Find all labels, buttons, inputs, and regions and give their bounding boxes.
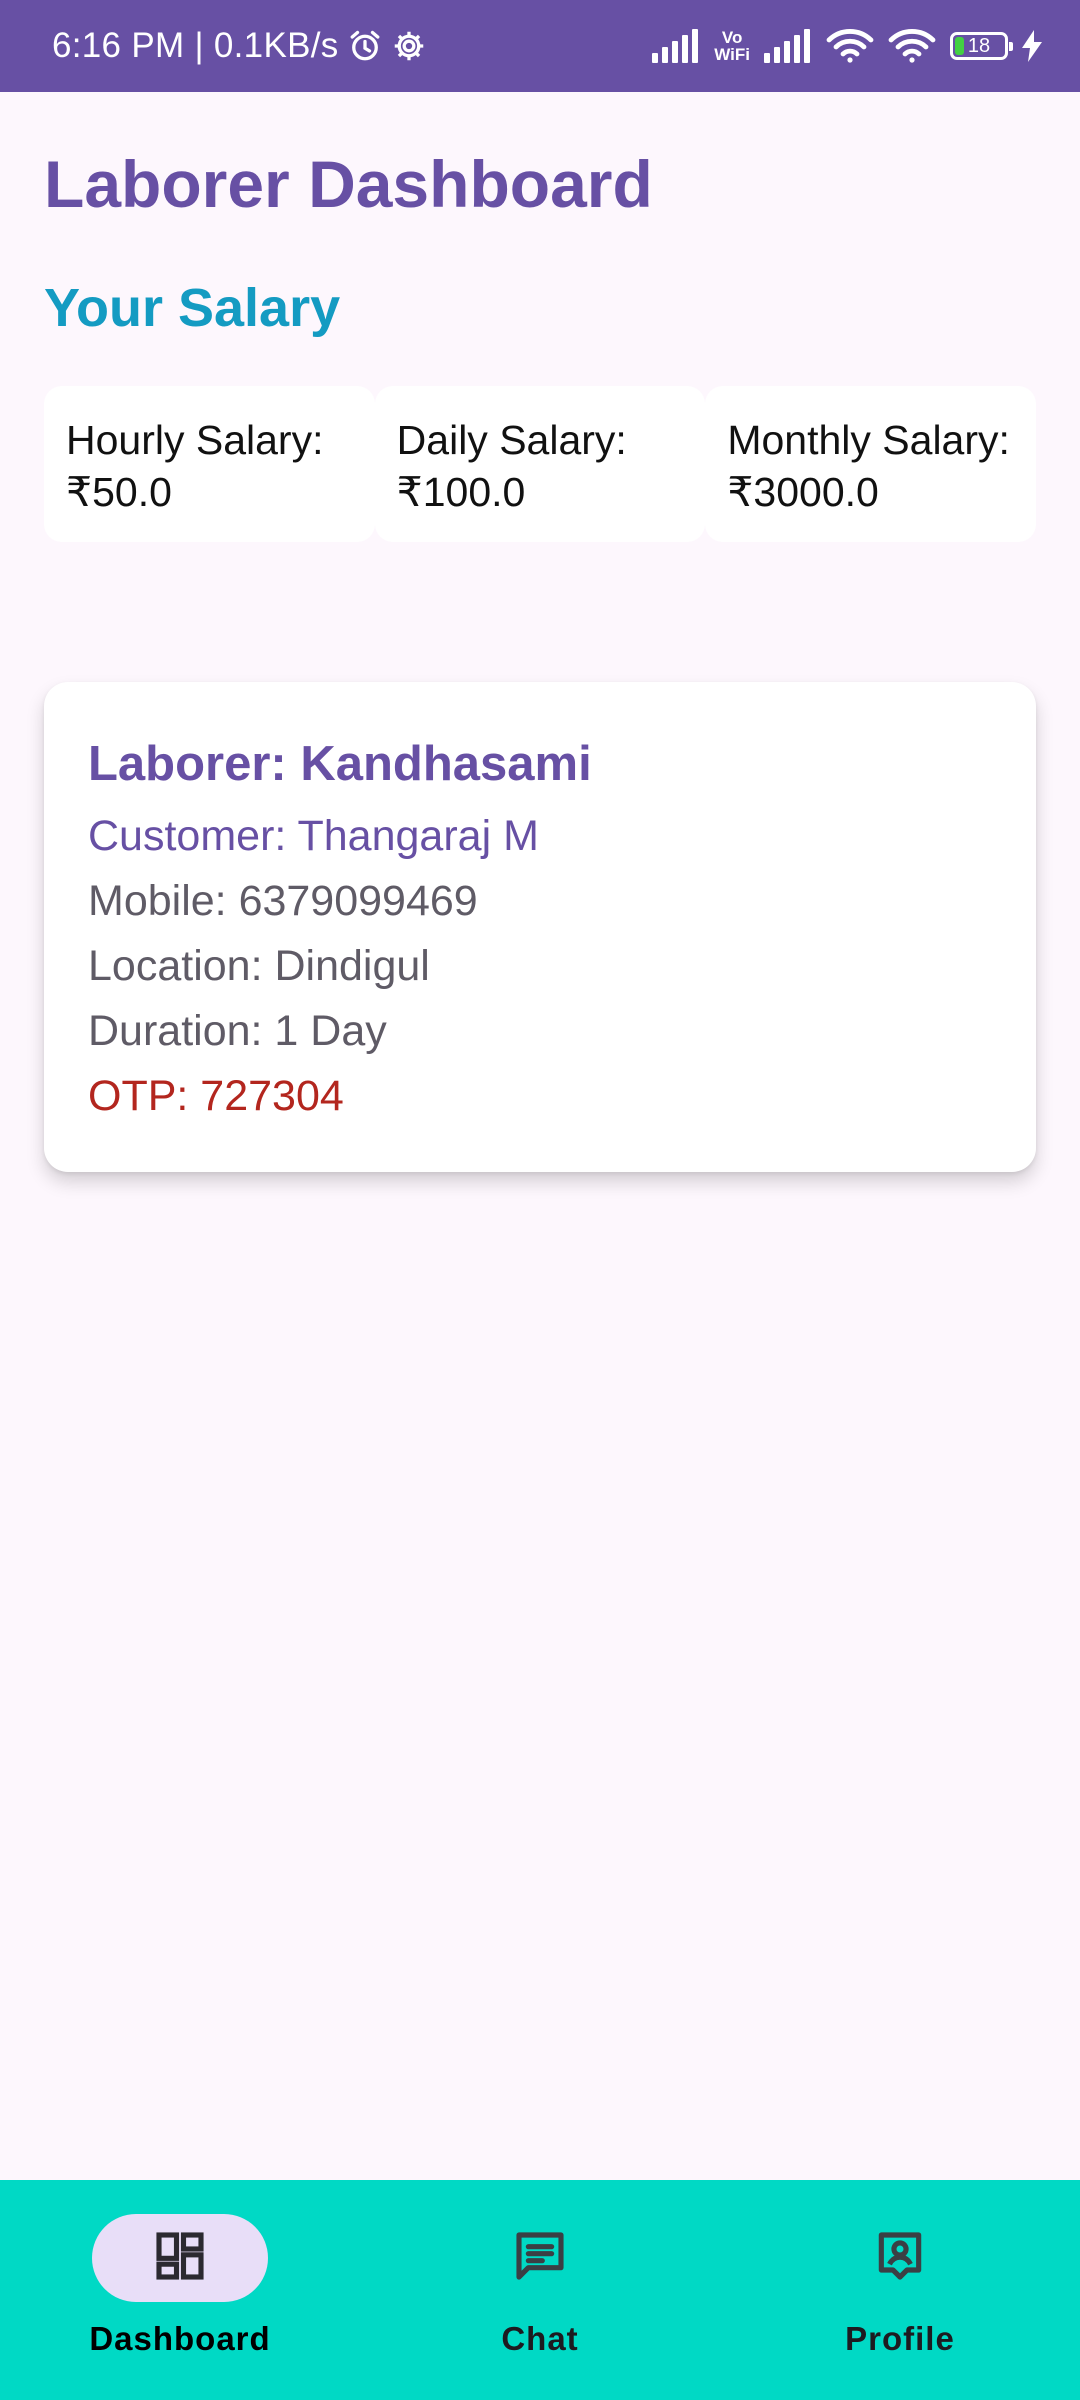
- settings-icon: [391, 28, 427, 64]
- battery-icon: 18: [950, 32, 1013, 60]
- wifi-icon: [888, 28, 936, 64]
- monthly-salary-card: Monthly Salary: ₹3000.0: [705, 386, 1037, 542]
- battery-level: 18: [967, 35, 991, 57]
- signal-icon: [652, 29, 700, 63]
- hourly-salary-card: Hourly Salary: ₹50.0: [44, 386, 375, 542]
- chat-icon: [512, 2228, 568, 2289]
- wifi-icon: [826, 28, 874, 64]
- otp: OTP: 727304: [88, 1072, 344, 1120]
- status-right: Vo WiFi 18: [652, 28, 1042, 64]
- salary-row: Hourly Salary: ₹50.0 Daily Salary: ₹100.…: [44, 386, 1037, 542]
- customer-name: Customer: Thangaraj M: [88, 812, 539, 860]
- nav-pill-profile: [812, 2214, 988, 2302]
- duration: Duration: 1 Day: [88, 1007, 387, 1055]
- mobile-number: Mobile: 6379099469: [88, 877, 478, 925]
- nav-label-chat: Chat: [501, 2320, 579, 2357]
- nav-item-dashboard[interactable]: Dashboard: [0, 2180, 360, 2400]
- bottom-nav: Dashboard Chat Profile: [0, 2180, 1080, 2400]
- status-bar: 6:16 PM | 0.1KB/s Vo WiFi 18: [0, 0, 1080, 92]
- profile-icon: [872, 2228, 928, 2289]
- vowifi-bottom: WiFi: [714, 45, 750, 64]
- page-title: Laborer Dashboard: [44, 147, 653, 221]
- booking-card[interactable]: Laborer: Kandhasami Customer: Thangaraj …: [44, 682, 1036, 1172]
- laborer-name: Laborer: Kandhasami: [88, 737, 592, 791]
- vowifi-icon: Vo WiFi: [714, 29, 750, 63]
- daily-salary-card: Daily Salary: ₹100.0: [374, 386, 706, 542]
- salary-section-title: Your Salary: [44, 278, 341, 338]
- charging-icon: [1022, 30, 1042, 62]
- signal-icon: [764, 29, 812, 63]
- nav-pill-dashboard: [92, 2214, 268, 2302]
- status-time-speed: 6:16 PM | 0.1KB/s: [52, 26, 339, 65]
- nav-label-profile: Profile: [845, 2320, 955, 2357]
- nav-label-dashboard: Dashboard: [89, 2320, 271, 2357]
- nav-item-profile[interactable]: Profile: [720, 2180, 1080, 2400]
- nav-pill-chat: [452, 2214, 628, 2302]
- location: Location: Dindigul: [88, 942, 430, 990]
- alarm-icon: [347, 28, 383, 64]
- nav-item-chat[interactable]: Chat: [360, 2180, 720, 2400]
- vowifi-top: Vo: [721, 28, 743, 47]
- status-left: 6:16 PM | 0.1KB/s: [52, 26, 427, 66]
- dashboard-icon: [152, 2228, 208, 2289]
